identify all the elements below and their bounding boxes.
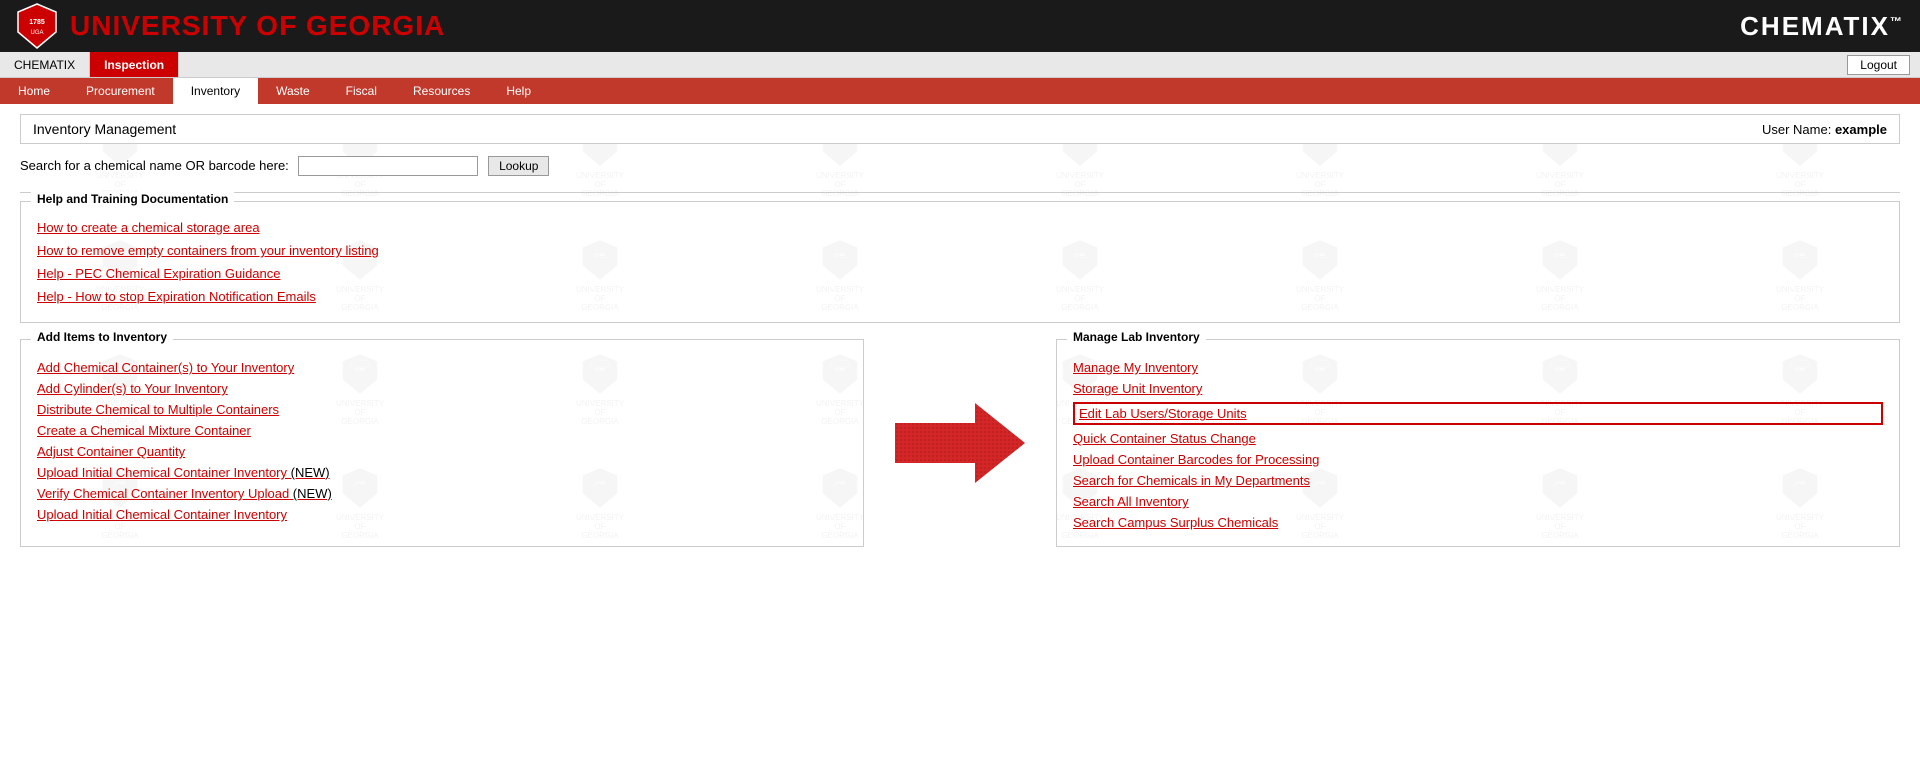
add-items-link-3[interactable]: Create a Chemical Mixture Container (37, 423, 847, 438)
nav-inspection[interactable]: Inspection (90, 52, 179, 77)
divider (20, 192, 1900, 193)
right-arrow-icon (895, 398, 1025, 488)
add-items-title: Add Items to Inventory (31, 330, 173, 344)
search-label: Search for a chemical name OR barcode he… (20, 158, 289, 173)
help-link-3[interactable]: Help - How to stop Expiration Notificati… (37, 289, 1883, 304)
manage-link-2[interactable]: Edit Lab Users/Storage Units (1073, 402, 1883, 425)
nav-procurement[interactable]: Procurement (68, 78, 173, 104)
svg-text:UGA: UGA (30, 30, 43, 36)
manage-link-4[interactable]: Upload Container Barcodes for Processing (1073, 452, 1883, 467)
uga-shield-icon: 1785 UGA (16, 2, 58, 50)
svg-text:1785: 1785 (29, 19, 45, 26)
help-link-0[interactable]: How to create a chemical storage area (37, 220, 1883, 235)
page-title-bar: Inventory Management User Name: example (20, 114, 1900, 144)
nav-fiscal[interactable]: Fiscal (328, 78, 395, 104)
logo-area: 1785 UGA UNIVERSITY OF GEORGIA (16, 2, 445, 50)
user-info: User Name: example (1762, 122, 1887, 137)
help-section: Help and Training Documentation How to c… (20, 201, 1900, 323)
chematix-brand: CHEMATIX™ (1740, 11, 1904, 42)
manage-link-6[interactable]: Search All Inventory (1073, 494, 1883, 509)
add-items-section: Add Items to Inventory Add Chemical Cont… (20, 339, 864, 547)
top-header: 1785 UGA UNIVERSITY OF GEORGIA CHEMATIX™ (0, 0, 1920, 52)
nav-home[interactable]: Home (0, 78, 68, 104)
help-link-1[interactable]: How to remove empty containers from your… (37, 243, 1883, 258)
nav-bar-1: CHEMATIX Inspection Logout (0, 52, 1920, 78)
two-col-sections: Add Items to Inventory Add Chemical Cont… (20, 339, 1900, 547)
add-items-link-4[interactable]: Adjust Container Quantity (37, 444, 847, 459)
nav-waste[interactable]: Waste (258, 78, 328, 104)
help-link-2[interactable]: Help - PEC Chemical Expiration Guidance (37, 266, 1883, 281)
arrow-container (880, 339, 1040, 547)
manage-link-3[interactable]: Quick Container Status Change (1073, 431, 1883, 446)
manage-link-0[interactable]: Manage My Inventory (1073, 360, 1883, 375)
add-items-link-5[interactable]: Upload Initial Chemical Container Invent… (37, 465, 847, 480)
manage-section-title: Manage Lab Inventory (1067, 330, 1206, 344)
add-items-link-7[interactable]: Upload Initial Chemical Container Invent… (37, 507, 847, 522)
search-bar: Search for a chemical name OR barcode he… (20, 156, 1900, 176)
add-items-link-0[interactable]: Add Chemical Container(s) to Your Invent… (37, 360, 847, 375)
nav-bar-2: Home Procurement Inventory Waste Fiscal … (0, 78, 1920, 104)
add-items-link-2[interactable]: Distribute Chemical to Multiple Containe… (37, 402, 847, 417)
logout-button[interactable]: Logout (1847, 55, 1910, 75)
add-items-link-1[interactable]: Add Cylinder(s) to Your Inventory (37, 381, 847, 396)
nav-resources[interactable]: Resources (395, 78, 488, 104)
username: example (1835, 122, 1887, 137)
manage-link-1[interactable]: Storage Unit Inventory (1073, 381, 1883, 396)
nav-chematix[interactable]: CHEMATIX (0, 52, 90, 77)
help-section-title: Help and Training Documentation (31, 192, 234, 206)
nav-help[interactable]: Help (488, 78, 549, 104)
nav-inventory[interactable]: Inventory (173, 78, 258, 104)
add-items-link-6[interactable]: Verify Chemical Container Inventory Uplo… (37, 486, 847, 501)
manage-section: Manage Lab Inventory Manage My Inventory… (1056, 339, 1900, 547)
lookup-button[interactable]: Lookup (488, 156, 549, 176)
university-name: UNIVERSITY OF GEORGIA (70, 10, 445, 42)
content-area: // Generate watermark items inline via s… (0, 104, 1920, 557)
page-title: Inventory Management (33, 121, 176, 137)
manage-link-5[interactable]: Search for Chemicals in My Departments (1073, 473, 1883, 488)
manage-link-7[interactable]: Search Campus Surplus Chemicals (1073, 515, 1883, 530)
search-input[interactable] (298, 156, 478, 176)
